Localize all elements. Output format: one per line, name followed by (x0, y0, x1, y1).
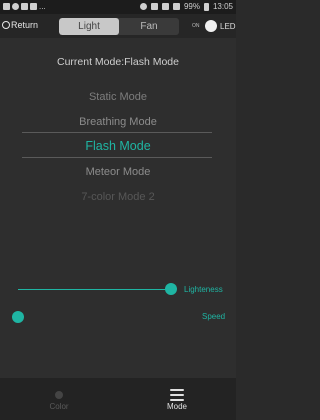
status-right: 99% 13:05 (139, 2, 233, 11)
tab-light[interactable]: Light (59, 18, 119, 35)
nav-color-label: Color (49, 402, 69, 411)
notification-icon (21, 3, 28, 10)
status-time: 13:05 (212, 2, 233, 11)
led-label: LED (220, 22, 236, 31)
bottom-nav: Color Mode (0, 378, 236, 420)
lighteness-slider-track[interactable] (18, 289, 172, 290)
status-bar: ... 99% 13:05 (0, 0, 236, 14)
back-circle-icon (2, 21, 10, 29)
main-panel: Current Mode:Flash Mode Static Mode Brea… (0, 38, 236, 378)
nav-mode-label: Mode (166, 402, 187, 411)
top-bar: Return Light Fan ON LED (0, 14, 236, 38)
return-label: Return (11, 20, 39, 30)
battery-percent: 99% (183, 2, 200, 11)
status-more-text: ... (39, 2, 46, 11)
tab-fan[interactable]: Fan (119, 18, 179, 35)
picker-divider-top (22, 132, 212, 133)
mode-item-meteor[interactable]: Meteor Mode (0, 166, 236, 178)
picker-divider-bottom (22, 157, 212, 158)
notification-icon (3, 3, 10, 10)
bluetooth-icon (139, 3, 147, 10)
mode-item-breathing[interactable]: Breathing Mode (0, 116, 236, 128)
message-icon (12, 3, 19, 10)
return-button[interactable]: Return (2, 20, 38, 30)
mode-item-static[interactable]: Static Mode (0, 91, 236, 103)
current-mode-label: Current Mode:Flash Mode (57, 56, 179, 68)
mode-item-flash-selected[interactable]: Flash Mode (0, 139, 236, 153)
status-left: ... (3, 2, 46, 11)
menu-icon (170, 389, 184, 401)
nav-color[interactable]: Color (0, 378, 118, 420)
facebook-icon (30, 3, 37, 10)
mode-segment-control: Light Fan (59, 18, 179, 35)
wifi-icon (161, 3, 169, 10)
lighteness-label: Lighteness (184, 285, 223, 294)
speed-label: Speed (202, 312, 226, 321)
color-icon (52, 389, 66, 401)
mode-item-7color-2[interactable]: 7-color Mode 2 (0, 191, 236, 203)
led-toggle[interactable] (205, 20, 217, 32)
signal-icon (172, 3, 180, 10)
speed-slider-thumb[interactable] (12, 311, 24, 323)
battery-icon (203, 2, 209, 11)
mute-icon (150, 3, 158, 10)
nav-mode[interactable]: Mode (118, 378, 236, 420)
lighteness-slider-thumb[interactable] (165, 283, 177, 295)
led-toggle-state: ON (192, 23, 200, 29)
